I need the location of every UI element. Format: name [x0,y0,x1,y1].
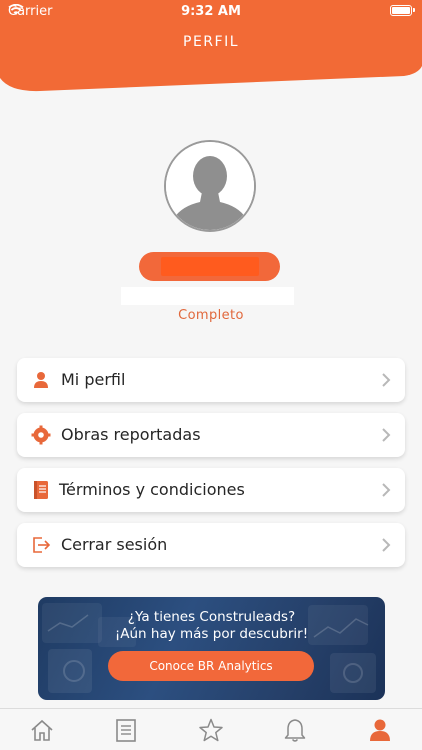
page-title: PERFIL [183,34,239,50]
menu-item-label: Cerrar sesión [61,535,168,554]
book-icon [34,481,48,499]
banner-line-2: ¡Aún hay más por descubrir! [114,626,309,642]
gear-icon [31,425,51,445]
banner-line-1: ¿Ya tienes Construleads? [127,609,296,625]
user-name-pill [139,252,280,281]
menu-item-label: Mi perfil [61,370,126,389]
document-icon[interactable] [113,717,139,743]
bell-icon[interactable] [282,717,308,743]
promo-banner[interactable]: ¿Ya tienes Construleads? ¡Aún hay más po… [38,597,385,700]
user-icon [34,372,48,388]
banner-title: ¿Ya tienes Construleads? ¡Aún hay más po… [38,609,385,643]
profile-icon[interactable] [367,717,393,743]
logout-icon [33,537,51,553]
status-bar: Carrier 9:32 AM [0,0,422,22]
tab-bar [0,708,422,750]
header: Carrier 9:32 AM PERFIL [0,0,422,96]
profile-status: Completo [178,308,244,323]
redacted-email [121,287,294,305]
star-icon[interactable] [198,717,224,743]
chevron-right-icon [382,428,391,442]
menu-item-label: Términos y condiciones [59,480,245,499]
redacted-name [161,257,259,276]
chevron-right-icon [382,373,391,387]
chevron-right-icon [382,483,391,497]
default-avatar-icon [166,142,254,230]
avatar[interactable] [164,140,256,232]
menu-item-label: Obras reportadas [61,425,201,444]
chevron-right-icon [382,538,391,552]
menu-item-terminos[interactable]: Términos y condiciones [17,468,405,512]
battery-icon [390,5,415,16]
menu-item-cerrar-sesion[interactable]: Cerrar sesión [17,523,405,567]
clock: 9:32 AM [181,4,241,19]
menu-item-mi-perfil[interactable]: Mi perfil [17,358,405,402]
menu-item-obras-reportadas[interactable]: Obras reportadas [17,413,405,457]
br-analytics-button[interactable]: Conoce BR Analytics [108,651,314,681]
home-icon[interactable] [29,717,55,743]
